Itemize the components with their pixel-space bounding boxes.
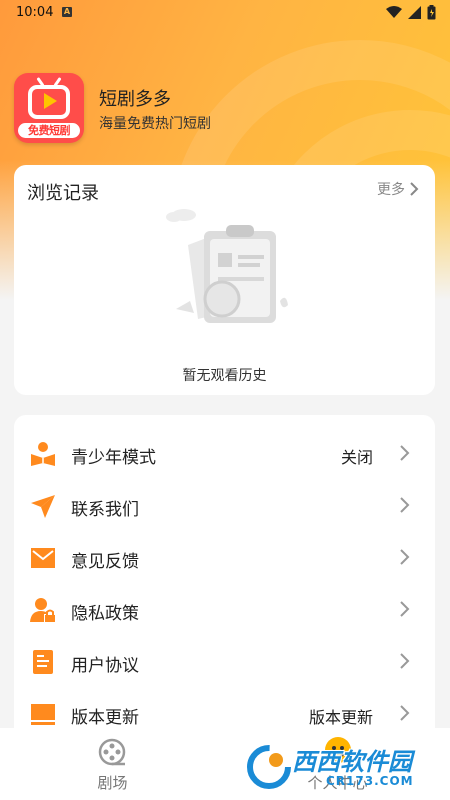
status-bar: 10:04 A: [0, 0, 450, 26]
menu-item-label: 意见反馈: [71, 552, 139, 572]
signal-icon: [408, 6, 421, 19]
menu-item-user-agreement[interactable]: 用户协议: [14, 635, 435, 687]
history-title: 浏览记录: [27, 183, 99, 204]
menu-item-contact[interactable]: 联系我们: [14, 479, 435, 531]
mail-icon: [31, 548, 55, 568]
empty-history-illustration: [166, 209, 288, 323]
monitor-icon: [31, 704, 55, 725]
status-time: 10:04: [16, 5, 54, 20]
more-label: 更多: [377, 182, 405, 198]
chevron-right-icon: [400, 705, 410, 721]
watermark-brand: 西西软件园: [292, 748, 412, 776]
history-card: 浏览记录 更多 暂无观看历史: [14, 165, 435, 395]
empty-history-text: 暂无观看历史: [182, 368, 267, 384]
chevron-right-icon: [400, 549, 410, 565]
youth-mode-icon: [31, 442, 55, 466]
menu-item-feedback[interactable]: 意见反馈: [14, 531, 435, 583]
history-more-link[interactable]: 更多: [377, 179, 419, 199]
tab-theater[interactable]: 剧场: [0, 728, 225, 800]
menu-item-privacy[interactable]: 隐私政策: [14, 583, 435, 635]
chevron-right-icon: [400, 601, 410, 617]
battery-icon: [427, 5, 436, 20]
wifi-icon: [386, 6, 402, 18]
document-icon: [33, 650, 53, 674]
menu-item-label: 隐私政策: [71, 604, 139, 624]
menu-item-youth-mode[interactable]: 青少年模式 关闭: [14, 427, 435, 479]
film-reel-icon: [98, 738, 126, 766]
menu-item-label: 联系我们: [71, 500, 139, 520]
site-watermark: 西西软件园 CR173.COM: [240, 738, 440, 796]
menu-item-label: 青少年模式: [71, 448, 156, 468]
menu-item-label: 用户协议: [71, 656, 139, 676]
app-logo: 免费短剧: [14, 73, 84, 143]
privacy-icon: [30, 598, 55, 622]
send-icon: [31, 495, 55, 518]
chevron-right-icon: [400, 445, 410, 461]
app-subtitle: 海量免费热门短剧: [99, 116, 211, 132]
youth-mode-status: 关闭: [340, 448, 373, 467]
logo-badge: 免费短剧: [18, 123, 80, 138]
tab-label: 剧场: [97, 774, 128, 792]
notification-icon: A: [62, 7, 72, 17]
settings-menu: 青少年模式 关闭 联系我们 意见反馈 隐私政策 用户协议 版本更新 版本更新: [14, 415, 435, 745]
chevron-right-icon: [400, 653, 410, 669]
watermark-logo-icon: [247, 745, 291, 789]
chevron-right-icon: [400, 497, 410, 513]
chevron-right-icon: [410, 182, 419, 196]
app-name: 短剧多多: [99, 89, 171, 110]
watermark-domain: CR173.COM: [326, 774, 414, 788]
version-update-status: 版本更新: [308, 708, 373, 727]
menu-item-label: 版本更新: [71, 708, 139, 728]
